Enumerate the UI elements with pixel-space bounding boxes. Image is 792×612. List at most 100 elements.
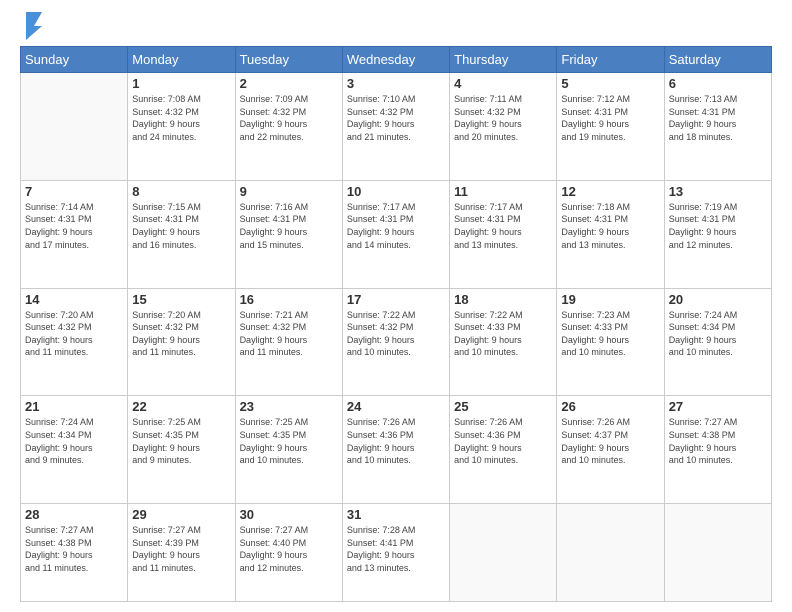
calendar-day-cell: 11Sunrise: 7:17 AMSunset: 4:31 PMDayligh… xyxy=(450,180,557,288)
day-number: 21 xyxy=(25,399,123,414)
day-number: 23 xyxy=(240,399,338,414)
day-header-saturday: Saturday xyxy=(664,47,771,73)
daylight-text: Daylight: 9 hours xyxy=(25,442,123,455)
sunset-text: Sunset: 4:31 PM xyxy=(347,213,445,226)
day-number: 26 xyxy=(561,399,659,414)
day-info: Sunrise: 7:15 AMSunset: 4:31 PMDaylight:… xyxy=(132,201,230,251)
sunrise-text: Sunrise: 7:25 AM xyxy=(240,416,338,429)
day-number: 28 xyxy=(25,507,123,522)
sunrise-text: Sunrise: 7:26 AM xyxy=(454,416,552,429)
daylight-text-2: and 13 minutes. xyxy=(561,239,659,252)
daylight-text: Daylight: 9 hours xyxy=(669,118,767,131)
daylight-text: Daylight: 9 hours xyxy=(347,442,445,455)
day-number: 10 xyxy=(347,184,445,199)
day-number: 11 xyxy=(454,184,552,199)
sunset-text: Sunset: 4:34 PM xyxy=(25,429,123,442)
daylight-text: Daylight: 9 hours xyxy=(561,442,659,455)
calendar-day-cell: 12Sunrise: 7:18 AMSunset: 4:31 PMDayligh… xyxy=(557,180,664,288)
daylight-text: Daylight: 9 hours xyxy=(454,442,552,455)
day-info: Sunrise: 7:20 AMSunset: 4:32 PMDaylight:… xyxy=(25,309,123,359)
calendar-day-cell: 15Sunrise: 7:20 AMSunset: 4:32 PMDayligh… xyxy=(128,288,235,396)
sunrise-text: Sunrise: 7:17 AM xyxy=(347,201,445,214)
calendar-day-cell: 13 Sunrise: 7:19 AMSunset: 4:31 PMDayligh… xyxy=(664,180,771,288)
daylight-text-2: and 11 minutes. xyxy=(25,562,123,575)
day-number: 9 xyxy=(240,184,338,199)
day-info: Sunrise: 7:10 AMSunset: 4:32 PMDaylight:… xyxy=(347,93,445,143)
day-info: Sunrise: 7:21 AMSunset: 4:32 PMDaylight:… xyxy=(240,309,338,359)
day-info: Sunrise: 7:28 AMSunset: 4:41 PMDaylight:… xyxy=(347,524,445,574)
daylight-text: Daylight: 9 hours xyxy=(25,226,123,239)
day-info: Sunrise: 7:27 AMSunset: 4:38 PMDaylight:… xyxy=(25,524,123,574)
sunrise-text: Sunrise: 7:26 AM xyxy=(347,416,445,429)
sunrise-text: Sunrise: 7:18 AM xyxy=(561,201,659,214)
sunrise-text: Sunrise: 7:13 AM xyxy=(669,93,767,106)
sunset-text: Sunset: 4:32 PM xyxy=(132,321,230,334)
daylight-text-2: and 10 minutes. xyxy=(347,346,445,359)
sunset-text: Sunset: 4:31 PM xyxy=(454,213,552,226)
daylight-text: Daylight: 9 hours xyxy=(132,549,230,562)
daylight-text-2: and 18 minutes. xyxy=(669,131,767,144)
calendar-day-cell: 21 Sunrise: 7:24 AMSunset: 4:34 PMDayligh… xyxy=(21,396,128,504)
calendar-day-cell: 20Sunrise: 7:24 AMSunset: 4:34 PMDayligh… xyxy=(664,288,771,396)
day-number: 29 xyxy=(132,507,230,522)
day-info: Sunrise: 7:18 AMSunset: 4:31 PMDaylight:… xyxy=(561,201,659,251)
sunset-text: Sunset: 4:35 PM xyxy=(132,429,230,442)
calendar-day-cell: 29 Sunrise: 7:27 AMSunset: 4:39 PMDayligh… xyxy=(128,504,235,602)
calendar-day-cell: 18Sunrise: 7:22 AMSunset: 4:33 PMDayligh… xyxy=(450,288,557,396)
day-number: 4 xyxy=(454,76,552,91)
daylight-text: Daylight: 9 hours xyxy=(347,226,445,239)
day-number: 22 xyxy=(132,399,230,414)
day-info: Sunrise: 7:27 AMSunset: 4:39 PMDaylight:… xyxy=(132,524,230,574)
day-info: Sunrise: 7:19 AMSunset: 4:31 PMDaylight:… xyxy=(669,201,767,251)
daylight-text: Daylight: 9 hours xyxy=(132,226,230,239)
daylight-text: Daylight: 9 hours xyxy=(454,334,552,347)
sunrise-text: Sunrise: 7:27 AM xyxy=(132,524,230,537)
day-number: 18 xyxy=(454,292,552,307)
calendar-day-cell: 28 Sunrise: 7:27 AMSunset: 4:38 PMDayligh… xyxy=(21,504,128,602)
daylight-text-2: and 9 minutes. xyxy=(132,454,230,467)
daylight-text: Daylight: 9 hours xyxy=(240,549,338,562)
daylight-text: Daylight: 9 hours xyxy=(347,549,445,562)
day-info: Sunrise: 7:27 AMSunset: 4:40 PMDaylight:… xyxy=(240,524,338,574)
calendar-week-row: 14Sunrise: 7:20 AMSunset: 4:32 PMDayligh… xyxy=(21,288,772,396)
day-info: Sunrise: 7:22 AMSunset: 4:32 PMDaylight:… xyxy=(347,309,445,359)
day-info: Sunrise: 7:17 AMSunset: 4:31 PMDaylight:… xyxy=(347,201,445,251)
calendar-day-cell: 17Sunrise: 7:22 AMSunset: 4:32 PMDayligh… xyxy=(342,288,449,396)
daylight-text-2: and 10 minutes. xyxy=(240,454,338,467)
day-info: Sunrise: 7:26 AMSunset: 4:36 PMDaylight:… xyxy=(347,416,445,466)
sunset-text: Sunset: 4:40 PM xyxy=(240,537,338,550)
daylight-text: Daylight: 9 hours xyxy=(561,118,659,131)
sunset-text: Sunset: 4:38 PM xyxy=(25,537,123,550)
sunrise-text: Sunrise: 7:21 AM xyxy=(240,309,338,322)
daylight-text-2: and 15 minutes. xyxy=(240,239,338,252)
sunset-text: Sunset: 4:37 PM xyxy=(561,429,659,442)
sunrise-text: Sunrise: 7:19 AM xyxy=(669,201,767,214)
daylight-text-2: and 9 minutes. xyxy=(25,454,123,467)
daylight-text-2: and 19 minutes. xyxy=(561,131,659,144)
daylight-text-2: and 24 minutes. xyxy=(132,131,230,144)
daylight-text-2: and 17 minutes. xyxy=(25,239,123,252)
sunrise-text: Sunrise: 7:16 AM xyxy=(240,201,338,214)
sunrise-text: Sunrise: 7:22 AM xyxy=(454,309,552,322)
sunset-text: Sunset: 4:36 PM xyxy=(454,429,552,442)
day-info: Sunrise: 7:24 AMSunset: 4:34 PMDaylight:… xyxy=(25,416,123,466)
sunrise-text: Sunrise: 7:14 AM xyxy=(25,201,123,214)
day-number: 30 xyxy=(240,507,338,522)
sunset-text: Sunset: 4:38 PM xyxy=(669,429,767,442)
daylight-text: Daylight: 9 hours xyxy=(669,334,767,347)
daylight-text: Daylight: 9 hours xyxy=(454,226,552,239)
sunset-text: Sunset: 4:32 PM xyxy=(347,106,445,119)
calendar-day-cell: 2Sunrise: 7:09 AMSunset: 4:32 PMDaylight… xyxy=(235,73,342,181)
sunset-text: Sunset: 4:32 PM xyxy=(132,106,230,119)
sunrise-text: Sunrise: 7:27 AM xyxy=(25,524,123,537)
sunrise-text: Sunrise: 7:28 AM xyxy=(347,524,445,537)
daylight-text: Daylight: 9 hours xyxy=(240,226,338,239)
daylight-text: Daylight: 9 hours xyxy=(25,549,123,562)
day-number: 27 xyxy=(669,399,767,414)
day-number: 13 xyxy=(669,184,767,199)
daylight-text-2: and 12 minutes. xyxy=(240,562,338,575)
sunset-text: Sunset: 4:32 PM xyxy=(240,321,338,334)
day-number: 24 xyxy=(347,399,445,414)
calendar-day-cell: 24 Sunrise: 7:26 AMSunset: 4:36 PMDayligh… xyxy=(342,396,449,504)
day-info: Sunrise: 7:25 AMSunset: 4:35 PMDaylight:… xyxy=(132,416,230,466)
